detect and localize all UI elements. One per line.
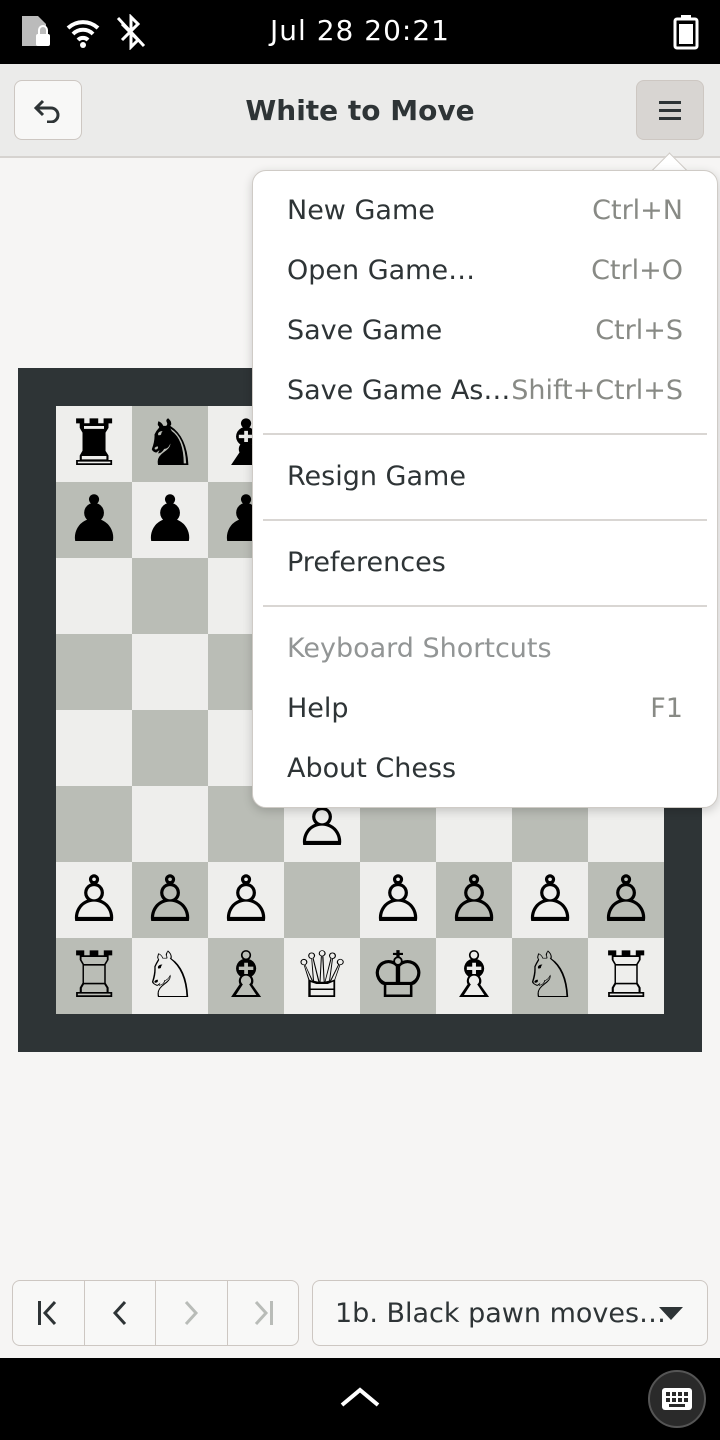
chess-piece-square[interactable]: ♗ — [208, 938, 284, 1014]
menu-separator — [263, 519, 707, 521]
menu-item-save-game[interactable]: Save Game Ctrl+S — [287, 301, 683, 361]
chess-piece-square[interactable]: ♟ — [132, 482, 208, 558]
chess-piece-square[interactable]: ♖ — [56, 938, 132, 1014]
dropdown-arrow-icon — [659, 1307, 683, 1320]
chess-piece-square[interactable]: ♙ — [360, 862, 436, 938]
skip-backward-icon — [38, 1300, 57, 1326]
chess-piece-square[interactable]: ♙ — [512, 862, 588, 938]
board-square[interactable] — [56, 786, 132, 862]
menu-separator — [263, 433, 707, 435]
chess-piece-square[interactable]: ♕ — [284, 938, 360, 1014]
menu-item-save-game-as[interactable]: Save Game As… Shift+Ctrl+S — [287, 361, 683, 421]
status-bar: Jul 28 20:21 — [0, 0, 720, 64]
menu-item-new-game[interactable]: New Game Ctrl+N — [287, 181, 683, 241]
last-move-button[interactable] — [228, 1281, 299, 1345]
menu-item-help[interactable]: Help F1 — [287, 679, 683, 739]
hamburger-menu-icon — [659, 101, 681, 120]
clock: Jul 28 20:21 — [270, 14, 450, 47]
chess-piece-square[interactable]: ♖ — [588, 938, 664, 1014]
chevron-left-icon — [112, 1300, 126, 1326]
chess-piece-square[interactable]: ♞ — [132, 406, 208, 482]
first-move-button[interactable] — [13, 1281, 85, 1345]
chess-piece-square[interactable]: ♜ — [56, 406, 132, 482]
chess-piece-square[interactable]: ♘ — [132, 938, 208, 1014]
board-square[interactable] — [284, 862, 360, 938]
menu-separator — [263, 605, 707, 607]
board-square[interactable] — [132, 634, 208, 710]
next-move-button[interactable] — [156, 1281, 228, 1345]
chess-piece-square[interactable]: ♙ — [56, 862, 132, 938]
selected-move: 1b. Black pawn moves… — [335, 1298, 667, 1329]
board-square[interactable] — [132, 710, 208, 786]
chess-piece-square[interactable]: ♙ — [588, 862, 664, 938]
menu-item-about-chess[interactable]: About Chess — [287, 739, 683, 799]
header-bar: White to Move — [0, 64, 720, 158]
menu-item-open-game[interactable]: Open Game… Ctrl+O — [287, 241, 683, 301]
board-square[interactable] — [132, 786, 208, 862]
chess-piece-square[interactable]: ♔ — [360, 938, 436, 1014]
chess-piece-square[interactable]: ♘ — [512, 938, 588, 1014]
chess-piece-square[interactable]: ♙ — [132, 862, 208, 938]
keyboard-icon — [662, 1388, 692, 1410]
menu-item-preferences[interactable]: Preferences — [287, 533, 683, 593]
chevron-up-icon[interactable] — [340, 1386, 380, 1408]
menu-item-keyboard-shortcuts: Keyboard Shortcuts — [287, 633, 552, 664]
board-square[interactable] — [56, 558, 132, 634]
system-navigation-bar — [0, 1358, 720, 1440]
previous-move-button[interactable] — [85, 1281, 156, 1345]
move-history-dropdown[interactable]: 1b. Black pawn moves… — [312, 1280, 708, 1346]
chess-piece-square[interactable]: ♗ — [436, 938, 512, 1014]
board-square[interactable] — [132, 558, 208, 634]
board-square[interactable] — [56, 710, 132, 786]
chess-piece-square[interactable]: ♙ — [208, 862, 284, 938]
board-square[interactable] — [56, 634, 132, 710]
main-menu-button[interactable] — [636, 80, 704, 140]
battery-icon — [673, 15, 699, 50]
keyboard-toggle-button[interactable] — [648, 1370, 706, 1428]
menu-item-resign-game[interactable]: Resign Game — [287, 447, 683, 507]
chess-piece-square[interactable]: ♙ — [436, 862, 512, 938]
main-menu-popover: New Game Ctrl+N Open Game… Ctrl+O Save G… — [252, 170, 718, 808]
chess-piece-square[interactable]: ♟ — [56, 482, 132, 558]
chevron-right-icon — [185, 1300, 199, 1326]
page-title: White to Move — [245, 94, 475, 127]
skip-forward-icon — [254, 1300, 273, 1326]
history-navigation — [12, 1280, 299, 1346]
